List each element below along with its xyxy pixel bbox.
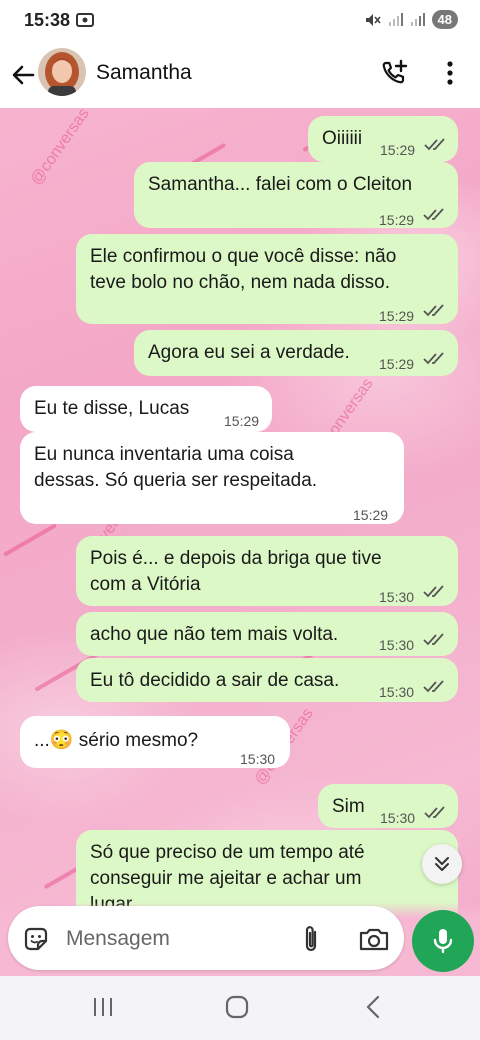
message-outgoing[interactable]: Pois é... e depois da briga que tive com … [76, 536, 458, 606]
message-time: 15:30 [380, 810, 416, 826]
double-check-icon [423, 304, 444, 317]
background-streak [3, 523, 57, 557]
message-text: Agora eu sei a verdade. [148, 342, 350, 363]
chat-area[interactable]: @conversas @conversas @conversas @conver… [0, 108, 480, 976]
message-time: 15:29 [379, 212, 415, 228]
battery-indicator: 48 [431, 10, 458, 29]
message-time: 15:29 [380, 142, 416, 158]
signal-icon [388, 12, 403, 26]
message-text: ...😳 sério mesmo? [34, 730, 199, 751]
message-text: Sim [332, 796, 365, 817]
message-text: Eu nunca inventaria uma coisa dessas. Só … [34, 444, 318, 491]
signal-icon-2 [410, 12, 425, 26]
screen-record-icon [76, 13, 94, 27]
message-outgoing[interactable]: Eu tô decidido a sair de casa. 15:30 [76, 658, 458, 702]
message-text: Eu tô decidido a sair de casa. [90, 670, 340, 691]
status-bar: 15:38 48 [0, 0, 480, 44]
message-outgoing[interactable]: Oiiiiii 15:29 [308, 116, 458, 162]
recent-apps-icon[interactable] [92, 996, 114, 1018]
scroll-down-button[interactable] [422, 844, 462, 884]
message-time: 15:29 [379, 356, 415, 372]
paperclip-icon[interactable] [298, 924, 324, 954]
message-outgoing[interactable]: Agora eu sei a verdade. 15:29 [134, 330, 458, 376]
message-text: Pois é... e depois da briga que tive com … [90, 548, 382, 595]
sticker-icon[interactable] [22, 925, 50, 953]
message-composer [8, 906, 404, 970]
message-input[interactable] [64, 924, 288, 954]
add-call-icon[interactable] [380, 58, 410, 88]
nav-back-icon[interactable] [364, 994, 382, 1020]
camera-icon[interactable] [358, 924, 390, 954]
message-text: Oiiiiii [322, 128, 363, 149]
message-outgoing[interactable]: Ele confirmou o que você disse: não teve … [76, 234, 458, 324]
message-text: Eu te disse, Lucas [34, 398, 190, 419]
double-check-icon [424, 138, 445, 151]
message-time: 15:29 [224, 413, 260, 429]
double-check-icon [423, 680, 444, 693]
message-outgoing[interactable]: acho que não tem mais volta. 15:30 [76, 612, 458, 656]
status-time: 15:38 [24, 10, 71, 30]
voice-message-button[interactable] [412, 910, 474, 972]
message-outgoing[interactable]: Samantha... falei com o Cleiton 15:29 [134, 162, 458, 228]
message-time: 15:30 [240, 751, 276, 767]
back-arrow-icon[interactable] [10, 62, 36, 88]
double-check-icon [423, 208, 444, 221]
mic-icon [433, 929, 453, 954]
home-icon[interactable] [224, 994, 250, 1020]
double-check-icon [424, 806, 445, 819]
watermark: @conversas [27, 108, 93, 189]
message-time: 15:30 [379, 637, 415, 653]
message-incoming[interactable]: ...😳 sério mesmo? 15:30 [20, 716, 290, 768]
message-time: 15:29 [353, 507, 389, 523]
mute-icon [365, 13, 381, 26]
message-time: 15:30 [379, 684, 415, 700]
chat-header: Samantha [0, 44, 480, 108]
double-check-icon [423, 585, 444, 598]
avatar[interactable] [38, 48, 86, 96]
message-incoming[interactable]: Eu te disse, Lucas 15:29 [20, 386, 272, 432]
flushed-emoji-icon: 😳 [49, 730, 74, 751]
system-navigation-bar [0, 976, 480, 1040]
message-incoming[interactable]: Eu nunca inventaria uma coisa dessas. Só … [20, 432, 404, 524]
message-time: 15:29 [379, 308, 415, 324]
message-text: acho que não tem mais volta. [90, 624, 339, 645]
double-check-icon [423, 633, 444, 646]
double-chevron-down-icon [435, 857, 449, 871]
double-check-icon [423, 352, 444, 365]
message-outgoing[interactable]: Sim 15:30 [318, 784, 458, 828]
message-time: 15:30 [379, 589, 415, 605]
contact-name[interactable]: Samantha [96, 61, 192, 85]
status-right: 48 [364, 10, 458, 29]
message-text: Samantha... falei com o Cleiton [148, 174, 413, 195]
message-text: Ele confirmou o que você disse: não teve … [90, 246, 397, 293]
more-vert-icon[interactable] [440, 58, 460, 88]
